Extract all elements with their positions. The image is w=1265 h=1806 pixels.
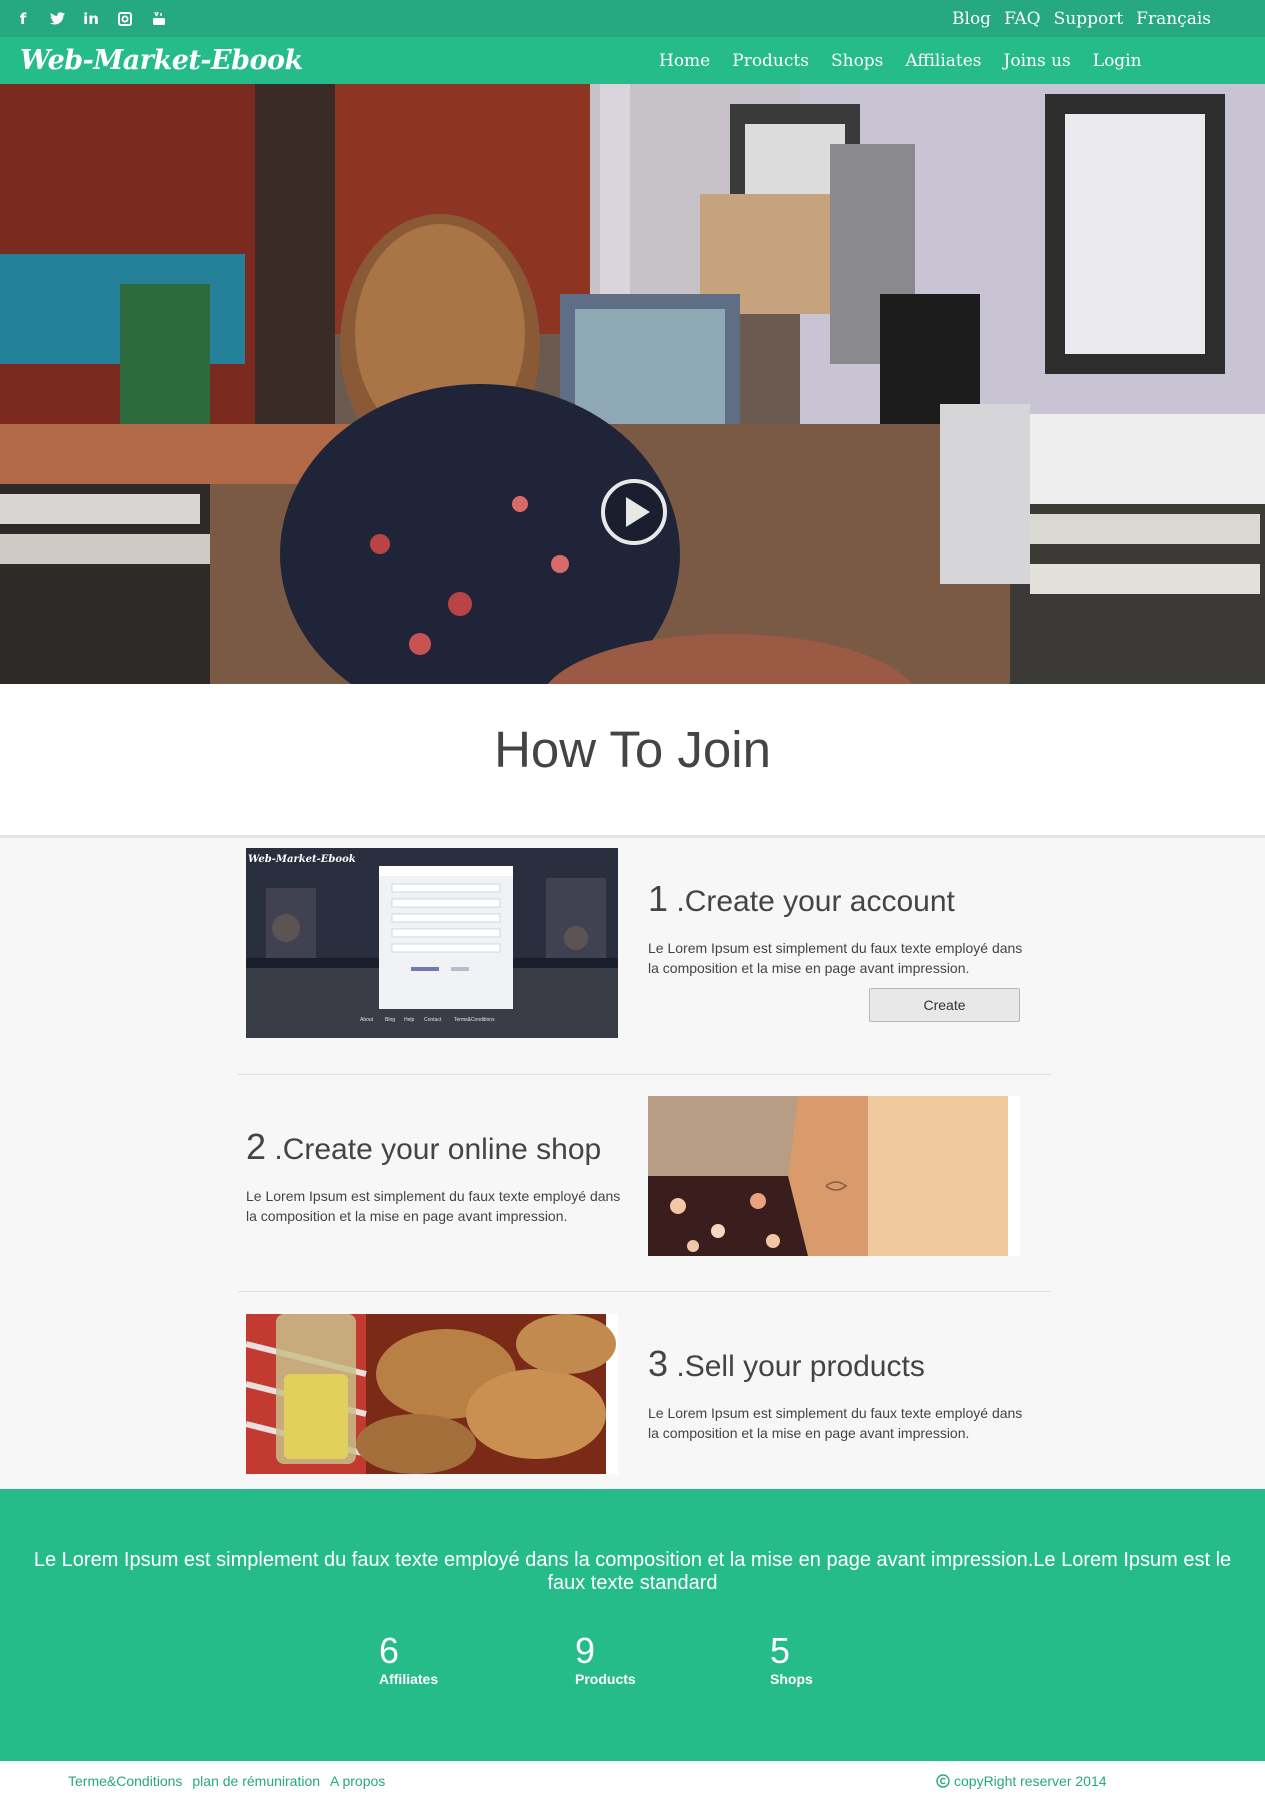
stat-shops-label: Shops [770,1671,813,1687]
step-2-text: Le Lorem Ipsum est simplement du faux te… [246,1188,621,1224]
linkedin-icon[interactable]: in [74,10,108,28]
step-1-title: .Create your account [676,885,955,918]
footer-link-about[interactable]: A propos [330,1773,385,1789]
copyright: copyRight reserver 2014 [936,1773,1107,1789]
step-1-image-link-help: Help [404,1017,415,1023]
step-1-text: Le Lorem Ipsum est simplement du faux te… [648,940,1023,976]
step-1-heading: 1 .Create your account [648,878,955,920]
play-circle-icon[interactable] [600,478,668,546]
nav-affiliates[interactable]: Affiliates [905,51,981,71]
nav-home[interactable]: Home [659,51,710,71]
step-1-image-link-terms: Terms&Conditions [454,1017,495,1023]
top-bar: f in Blog FAQ Support Français [0,0,1265,37]
nav-products[interactable]: Products [732,51,809,71]
step-1-image-link-about: About [360,1017,374,1023]
step-divider [238,1291,1051,1292]
copyright-icon [936,1774,950,1788]
footer-link-terms[interactable]: Terme&Conditions [68,1773,182,1789]
main-navbar: Web-Market-Ebook Home Products Shops Aff… [0,37,1265,84]
copyright-text: copyRight reserver 2014 [954,1773,1107,1789]
footer: Terme&Conditions plan de rémuniration A … [0,1761,1265,1806]
step-1-image-link-contact: Contact [424,1017,442,1023]
step-2-image [648,1096,1020,1256]
banner-text: Le Lorem Ipsum est simplement du faux te… [33,1549,1232,1594]
step-3-image [246,1314,618,1474]
stat-products: 9 Products [575,1630,636,1688]
nav-joins-us[interactable]: Joins us [1004,51,1071,71]
instagram-icon[interactable] [108,11,142,26]
step-3-number: 3 [648,1343,669,1384]
top-links: Blog FAQ Support Français [952,0,1211,37]
stat-shops: 5 Shops [770,1630,813,1688]
stat-affiliates-value: 6 [379,1630,400,1671]
footer-link-remuneration[interactable]: plan de rémuniration [192,1773,320,1789]
step-1-image-link-blog: Blog [385,1017,395,1023]
social-links: f in [6,0,176,37]
step-3-heading: 3 .Sell your products [648,1343,925,1385]
stat-shops-value: 5 [770,1630,791,1671]
site-logo[interactable]: Web-Market-Ebook [20,37,303,84]
nav-shops[interactable]: Shops [831,51,883,71]
top-link-faq[interactable]: FAQ [1004,9,1041,29]
step-2-number: 2 [246,1126,267,1167]
main-nav: Home Products Shops Affiliates Joins us … [659,37,1142,84]
step-2-title: .Create your online shop [274,1133,602,1166]
hero-video[interactable] [0,84,1265,684]
step-1-image-logo: Web-Market-Ebook [248,854,356,865]
stat-affiliates: 6 Affiliates [379,1630,439,1688]
twitter-icon[interactable] [40,12,74,25]
step-2-heading: 2 .Create your online shop [246,1126,601,1168]
youtube-icon[interactable] [142,11,176,26]
top-link-support[interactable]: Support [1054,9,1124,29]
step-divider [238,1074,1051,1075]
create-account-button[interactable]: Create [869,988,1020,1022]
step-3-text: Le Lorem Ipsum est simplement du faux te… [648,1405,1023,1441]
top-link-blog[interactable]: Blog [952,9,991,29]
step-3-title: .Sell your products [676,1350,925,1383]
stat-products-value: 9 [575,1630,596,1671]
nav-login[interactable]: Login [1093,51,1142,71]
step-1-number: 1 [648,878,669,919]
step-1-image: Web-Market-Ebook About Blog Help Contact… [246,848,618,1038]
how-to-join-steps [0,835,1265,1492]
hero-video-frame [0,84,1265,684]
footer-links: Terme&Conditions plan de rémuniration A … [68,1773,385,1789]
stats-banner: Le Lorem Ipsum est simplement du faux te… [0,1489,1265,1761]
facebook-icon[interactable]: f [6,10,40,28]
language-switch[interactable]: Français [1136,9,1211,29]
stat-products-label: Products [575,1671,636,1687]
stat-affiliates-label: Affiliates [379,1671,439,1687]
section-title: How To Join [494,721,771,778]
